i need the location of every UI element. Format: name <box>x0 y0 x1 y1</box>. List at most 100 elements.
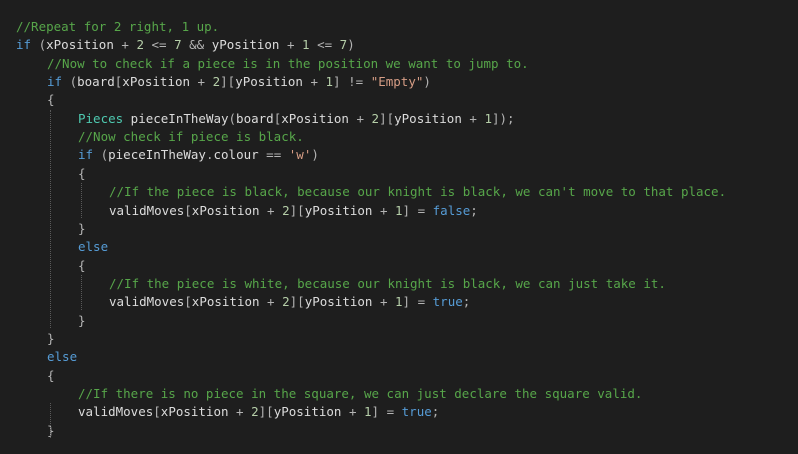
code-token: + <box>113 37 137 53</box>
code-line[interactable]: //Repeat for 2 right, 1 up. <box>16 18 219 36</box>
code-token: //If there is no piece in the square, we… <box>78 386 643 401</box>
code-token: [ <box>153 404 161 420</box>
code-token: 1 <box>484 110 492 126</box>
code-token: validMoves <box>78 404 154 420</box>
code-token: { <box>78 257 86 273</box>
code-token: + <box>372 202 396 218</box>
code-token: xPosition <box>160 404 229 420</box>
code-line[interactable]: if (pieceInTheWay.colour == 'w') <box>78 146 319 164</box>
code-token: . <box>205 147 214 163</box>
code-line[interactable]: } <box>47 330 55 348</box>
code-token: //If the piece is black, because our kni… <box>109 184 727 200</box>
code-line[interactable]: validMoves[xPosition + 2][yPosition + 1]… <box>78 403 439 421</box>
code-token: 2 <box>371 110 380 126</box>
code-token: validMoves <box>109 294 185 310</box>
code-token: if <box>47 74 63 90</box>
code-token: xPosition <box>281 110 349 126</box>
code-token: = <box>410 202 433 218</box>
code-token: ] <box>402 202 411 218</box>
code-line[interactable]: { <box>47 367 55 385</box>
code-line[interactable]: else <box>78 238 108 256</box>
code-token: xPosition <box>122 74 191 90</box>
code-token: yPosition <box>211 37 280 53</box>
code-token: false <box>432 202 471 218</box>
code-token: //Now to check if a piece is in the posi… <box>47 55 529 71</box>
indent-guide <box>50 109 51 328</box>
code-line[interactable]: Pieces pieceInTheWay(board[xPosition + 2… <box>78 110 515 128</box>
code-token: + <box>461 110 485 126</box>
code-line[interactable]: //If the piece is black, because our kni… <box>109 183 726 201</box>
code-token: ; <box>462 294 471 310</box>
code-token: ; <box>470 202 478 218</box>
code-token: == <box>258 147 289 163</box>
code-line[interactable]: //If the piece is white, because our kni… <box>109 275 666 293</box>
code-token: //Now check if piece is black. <box>78 129 304 145</box>
code-token: else <box>78 239 109 255</box>
code-token: //If the piece is white, because our kni… <box>109 275 666 291</box>
indent-guide <box>81 274 82 310</box>
code-token: ][ <box>258 404 274 420</box>
code-token: 2 <box>282 294 290 310</box>
code-line[interactable]: { <box>78 165 86 183</box>
code-line[interactable]: //Now check if piece is black. <box>78 128 304 146</box>
code-token: board <box>77 74 115 90</box>
code-token: + <box>228 404 252 420</box>
code-token: yPosition <box>304 202 373 218</box>
code-token: ) <box>347 37 355 53</box>
code-token: colour <box>213 147 259 163</box>
code-token: xPosition <box>191 294 260 310</box>
code-token: yPosition <box>394 110 462 126</box>
code-token: ] <box>371 404 380 420</box>
code-token: = <box>410 294 433 310</box>
code-token: [ <box>184 202 192 218</box>
code-token: ( <box>62 74 78 90</box>
code-token: ( <box>228 110 237 126</box>
code-line[interactable]: validMoves[xPosition + 2][yPosition + 1]… <box>109 293 470 311</box>
code-token: 2 <box>212 74 221 90</box>
code-token: pieceInTheWay <box>108 147 206 163</box>
code-token: 1 <box>395 294 403 310</box>
code-line[interactable]: if (board[xPosition + 2][yPosition + 1] … <box>47 73 431 91</box>
code-token: [ <box>184 294 192 310</box>
code-line[interactable]: validMoves[xPosition + 2][yPosition + 1]… <box>109 202 478 220</box>
code-token: xPosition <box>191 202 260 218</box>
code-token: && <box>181 37 212 53</box>
code-token: 7 <box>174 37 182 53</box>
code-token: ) <box>311 147 319 163</box>
code-token: yPosition <box>304 294 373 310</box>
code-token: 1 <box>395 202 403 218</box>
code-token: "Empty" <box>370 74 424 90</box>
code-token: } <box>78 312 86 328</box>
code-line[interactable]: } <box>78 312 86 330</box>
code-token: 2 <box>251 404 259 420</box>
code-token: ) <box>423 74 431 90</box>
code-line[interactable]: } <box>78 220 86 238</box>
code-token: + <box>259 202 283 218</box>
code-token: 1 <box>325 74 334 90</box>
code-token: + <box>341 404 365 420</box>
code-token: if <box>78 147 94 163</box>
code-line[interactable]: //Now to check if a piece is in the posi… <box>47 55 529 73</box>
code-line[interactable]: { <box>47 91 55 109</box>
code-line[interactable]: { <box>78 257 86 275</box>
code-line[interactable]: //If there is no piece in the square, we… <box>78 385 642 403</box>
code-token: validMoves <box>109 202 185 218</box>
code-token: true <box>401 404 432 420</box>
indent-guide <box>50 403 51 439</box>
code-token: + <box>348 110 372 126</box>
code-token: <= <box>309 37 340 53</box>
code-token: Pieces <box>78 110 124 126</box>
code-editor[interactable]: //Repeat for 2 right, 1 up. if (xPosition… <box>0 0 798 454</box>
code-line[interactable]: if (xPosition + 2 <= 7 && yPosition + 1 … <box>16 36 355 54</box>
code-token: 1 <box>302 37 310 53</box>
code-token: ]); <box>491 110 515 126</box>
indent-guide <box>81 183 82 218</box>
code-token: ( <box>31 37 47 53</box>
code-token: + <box>302 74 326 90</box>
code-token: if <box>16 37 32 53</box>
code-token: != <box>340 74 371 90</box>
code-token: ][ <box>220 74 236 90</box>
code-line[interactable]: else <box>47 348 77 366</box>
code-token: true <box>432 294 463 310</box>
code-token: { <box>47 367 55 383</box>
